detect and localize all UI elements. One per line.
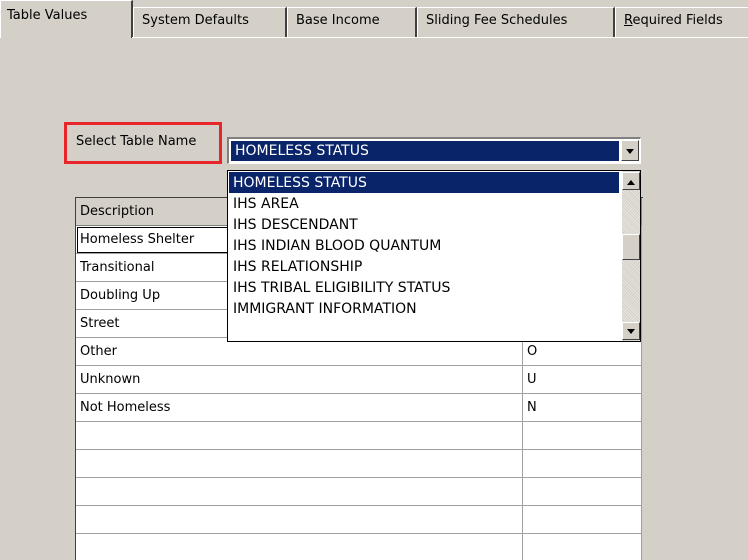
dropdown-option[interactable]: IMMIGRANT INFORMATION: [229, 298, 619, 319]
dropdown-option[interactable]: IHS TRIBAL ELIGIBILITY STATUS: [229, 277, 619, 298]
code-cell[interactable]: [523, 478, 642, 506]
tab-label: System Defaults: [142, 13, 249, 28]
select-table-label-highlight: Select Table Name: [64, 122, 222, 164]
tab-label: Base Income: [296, 13, 380, 28]
table-row[interactable]: [76, 450, 642, 478]
select-table-label: Select Table Name: [76, 134, 197, 149]
dropdown-button[interactable]: [621, 140, 639, 161]
dropdown-option[interactable]: IHS AREA: [229, 193, 619, 214]
tab-system-defaults[interactable]: System Defaults: [133, 7, 287, 37]
chevron-down-icon: [626, 149, 634, 154]
table-name-combobox[interactable]: HOMELESS STATUS: [227, 137, 641, 164]
chevron-up-icon: [627, 180, 635, 185]
dropdown-options: HOMELESS STATUS IHS AREA IHS DESCENDANT …: [229, 172, 619, 319]
table-row[interactable]: Unknown U: [76, 366, 642, 394]
description-cell[interactable]: [76, 506, 523, 534]
tab-label: Table Values: [7, 8, 88, 23]
tab-required-fields[interactable]: Required Fields: [615, 7, 748, 37]
dropdown-option[interactable]: IHS INDIAN BLOOD QUANTUM: [229, 235, 619, 256]
table-row[interactable]: [76, 478, 642, 506]
table-row[interactable]: [76, 534, 642, 560]
tab-table-values[interactable]: Table Values: [0, 0, 133, 38]
tab-sliding-fee-schedules[interactable]: Sliding Fee Schedules: [417, 7, 615, 37]
dropdown-option[interactable]: IHS DESCENDANT: [229, 214, 619, 235]
description-cell[interactable]: Unknown: [76, 366, 523, 394]
code-cell[interactable]: N: [523, 394, 642, 422]
scroll-down-button[interactable]: [622, 322, 640, 340]
tab-strip: Table Values System Defaults Base Income…: [0, 0, 748, 38]
tab-base-income[interactable]: Base Income: [287, 7, 417, 37]
description-cell[interactable]: [76, 450, 523, 478]
table-row[interactable]: Not Homeless N: [76, 394, 642, 422]
code-cell[interactable]: O: [523, 338, 642, 366]
table-name-dropdown-list: HOMELESS STATUS IHS AREA IHS DESCENDANT …: [227, 170, 641, 342]
code-cell[interactable]: [523, 534, 642, 560]
tab-baseline: [132, 37, 748, 38]
code-cell[interactable]: [523, 450, 642, 478]
description-cell[interactable]: [76, 422, 523, 450]
scroll-thumb[interactable]: [622, 234, 640, 260]
table-row[interactable]: [76, 506, 642, 534]
code-cell[interactable]: [523, 506, 642, 534]
description-cell[interactable]: Not Homeless: [76, 394, 523, 422]
description-cell[interactable]: Other: [76, 338, 523, 366]
scroll-up-button[interactable]: [622, 172, 640, 190]
dropdown-scrollbar[interactable]: [622, 171, 640, 341]
dropdown-option[interactable]: IHS RELATIONSHIP: [229, 256, 619, 277]
description-cell[interactable]: [76, 534, 523, 560]
tab-label: Sliding Fee Schedules: [426, 13, 568, 28]
tab-label: Required Fields: [624, 13, 723, 28]
chevron-down-icon: [627, 329, 635, 334]
dropdown-option[interactable]: HOMELESS STATUS: [229, 172, 619, 193]
description-cell[interactable]: [76, 478, 523, 506]
table-row[interactable]: Other O: [76, 338, 642, 366]
code-cell[interactable]: U: [523, 366, 642, 394]
table-row[interactable]: [76, 422, 642, 450]
code-cell[interactable]: [523, 422, 642, 450]
table-name-value[interactable]: HOMELESS STATUS: [231, 141, 619, 161]
